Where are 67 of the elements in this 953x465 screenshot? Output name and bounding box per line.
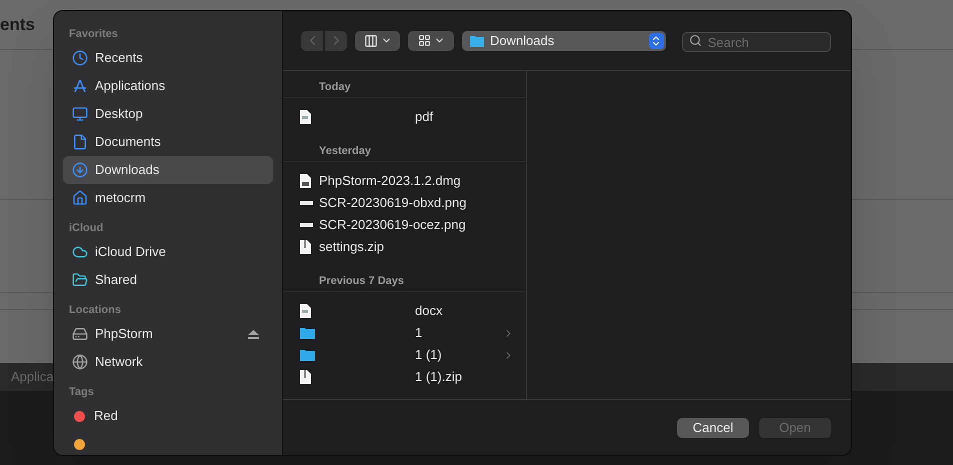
- file-row[interactable]: PhpStorm-2023.1.2.dmg: [283, 170, 526, 192]
- file-icon: [300, 110, 311, 124]
- file-row[interactable]: docx: [283, 300, 526, 322]
- sidebar-item[interactable]: Downloads: [63, 156, 273, 184]
- applications-icon: [72, 78, 88, 94]
- file-name: 1 (1).zip: [414, 368, 463, 386]
- search-field[interactable]: Search: [682, 32, 831, 52]
- download-icon: [72, 162, 88, 178]
- cloud-icon: [72, 244, 88, 260]
- globe-icon: [72, 354, 88, 370]
- desktop-icon: [72, 106, 88, 122]
- sidebar-item[interactable]: metocrm: [63, 184, 273, 212]
- sidebar-heading: iCloud: [68, 222, 104, 235]
- search-icon: [688, 34, 702, 47]
- document-icon: [72, 134, 88, 150]
- group-heading: Today: [319, 80, 351, 96]
- shared-folder-icon: [72, 272, 88, 288]
- home-icon: [72, 190, 88, 206]
- group-heading: Yesterday: [319, 144, 371, 160]
- image-file-icon: [300, 201, 313, 205]
- file-name: settings.zip: [318, 238, 386, 256]
- sidebar-item[interactable]: Documents: [63, 128, 273, 156]
- eject-icon[interactable]: [248, 330, 259, 338]
- file-icon: [300, 174, 311, 188]
- sidebar-item[interactable]: Recents: [63, 44, 273, 72]
- file-name: PhpStorm-2023.1.2.dmg: [318, 172, 462, 190]
- sidebar-item[interactable]: Network: [63, 348, 273, 376]
- sidebar-item[interactable]: PhpStorm: [63, 320, 273, 348]
- location-popup[interactable]: Downloads: [462, 30, 666, 50]
- file-icon: [300, 240, 311, 254]
- page-title: ents: [0, 14, 35, 36]
- columns-icon: [364, 34, 378, 48]
- drive-icon: [72, 326, 88, 342]
- file-name: 1 (1): [414, 346, 443, 364]
- file-row[interactable]: 1 (1).zip: [283, 366, 526, 388]
- file-row[interactable]: SCR-20230619-obxd.png: [283, 192, 526, 214]
- file-name: pdf: [414, 108, 434, 126]
- sidebar-item[interactable]: Desktop: [63, 100, 273, 128]
- sidebar-heading: Tags: [68, 386, 95, 399]
- folder-icon: [300, 327, 315, 339]
- sidebar-item[interactable]: Shared: [63, 266, 273, 294]
- sidebar-item[interactable]: iCloud Drive: [63, 238, 273, 266]
- file-name: SCR-20230619-obxd.png: [318, 194, 468, 212]
- file-icon: [300, 304, 311, 318]
- sidebar-heading: Locations: [68, 304, 122, 317]
- file-row[interactable]: 1 (1): [283, 344, 526, 366]
- sidebar-item[interactable]: Applications: [63, 72, 273, 100]
- group-heading: Previous 7 Days: [319, 274, 404, 290]
- clock-icon: [72, 50, 88, 66]
- file-name: docx: [414, 302, 444, 320]
- group-button[interactable]: [408, 30, 454, 50]
- stepper-icon: [648, 32, 664, 48]
- file-name: SCR-20230619-ocez.png: [318, 216, 467, 234]
- folder-icon: [470, 34, 484, 46]
- sidebar-heading: Favorites: [68, 28, 119, 41]
- file-row[interactable]: settings.zip: [283, 236, 526, 258]
- file-row[interactable]: SCR-20230619-ocez.png: [283, 214, 526, 236]
- dialog-button[interactable]: Cancel: [677, 418, 749, 438]
- file-row[interactable]: 1: [283, 322, 526, 344]
- tag-item[interactable]: Red: [63, 402, 273, 430]
- view-mode-button[interactable]: [355, 30, 400, 50]
- file-name: 1: [414, 324, 424, 342]
- file-icon: [300, 370, 311, 384]
- grid-icon: [418, 34, 431, 47]
- image-file-icon: [300, 223, 313, 227]
- folder-icon: [300, 349, 315, 361]
- file-row[interactable]: pdf: [283, 106, 526, 128]
